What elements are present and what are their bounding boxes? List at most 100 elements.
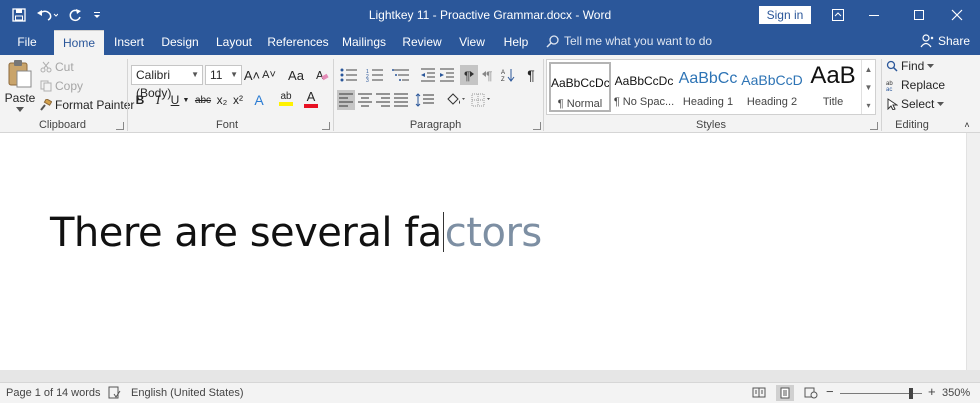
save-icon[interactable] xyxy=(12,6,26,24)
paste-button[interactable]: Paste xyxy=(4,59,36,115)
superscript-button[interactable]: x² xyxy=(231,90,245,110)
text-effects-button[interactable]: A xyxy=(252,90,266,110)
print-layout-icon[interactable] xyxy=(776,385,794,401)
paragraph-launcher-icon[interactable] xyxy=(533,122,541,130)
gallery-scroll-up-icon[interactable]: ▲ xyxy=(861,60,875,78)
rtl-direction-icon[interactable]: ¶ xyxy=(480,65,496,85)
quick-access-toolbar xyxy=(12,6,102,24)
horizontal-scroll-band xyxy=(0,370,980,382)
font-name-combo[interactable]: Calibri (Body) ▼ xyxy=(131,65,203,100)
italic-button[interactable]: I xyxy=(151,90,165,110)
clipboard-launcher-icon[interactable] xyxy=(116,122,124,130)
change-case-button[interactable]: Aa xyxy=(284,65,308,85)
redo-icon[interactable] xyxy=(68,6,82,24)
document-text-line[interactable]: There are several factors xyxy=(50,210,542,256)
style-heading-1[interactable]: AaBbCc Heading 1 xyxy=(677,62,739,112)
gallery-more-icon[interactable]: ▾ xyxy=(861,96,875,114)
svg-text:¶: ¶ xyxy=(464,69,470,82)
font-color-bar xyxy=(304,103,318,108)
bullets-icon[interactable] xyxy=(338,65,360,85)
font-group-label: Font xyxy=(215,119,238,131)
tab-layout[interactable]: Layout xyxy=(212,30,256,55)
shading-icon[interactable] xyxy=(444,90,466,110)
highlight-button[interactable]: ab xyxy=(278,88,294,108)
proofing-icon[interactable] xyxy=(108,386,121,402)
multilevel-list-icon[interactable] xyxy=(390,65,412,85)
tab-insert[interactable]: Insert xyxy=(108,30,150,55)
vertical-scrollbar[interactable] xyxy=(966,133,980,370)
paste-label: Paste xyxy=(4,91,36,105)
search-icon xyxy=(886,60,898,72)
minimize-icon[interactable] xyxy=(851,0,897,30)
language-indicator[interactable]: English (United States) xyxy=(131,387,244,399)
copy-button[interactable]: Copy xyxy=(40,79,83,93)
tab-design[interactable]: Design xyxy=(158,30,202,55)
close-icon[interactable] xyxy=(934,0,980,30)
style-heading-2[interactable]: AaBbCcD Heading 2 xyxy=(741,62,803,112)
font-size-combo[interactable]: 11 ▼ xyxy=(205,65,242,85)
pilcrow-icon[interactable]: ¶ xyxy=(523,65,539,85)
tell-me-placeholder: Tell me what you want to do xyxy=(564,34,713,48)
zoom-out-icon[interactable]: − xyxy=(826,384,834,399)
increase-indent-icon[interactable] xyxy=(439,65,455,85)
replace-button[interactable]: ab ac Replace xyxy=(886,78,945,92)
tab-file[interactable]: File xyxy=(8,30,46,55)
chevron-down-icon: ▼ xyxy=(230,70,238,79)
tab-help[interactable]: Help xyxy=(500,30,532,55)
tab-view[interactable]: View xyxy=(454,30,490,55)
gallery-scroll-down-icon[interactable]: ▼ xyxy=(861,78,875,96)
grow-font-button[interactable]: A˄ xyxy=(244,65,260,85)
ltr-direction-icon[interactable]: ¶ xyxy=(460,65,478,85)
align-left-icon[interactable] xyxy=(337,90,355,110)
chevron-down-icon[interactable]: ▼ xyxy=(182,90,190,110)
zoom-in-icon[interactable]: + xyxy=(928,384,936,399)
title-bar: Lightkey 11 - Proactive Grammar.docx - W… xyxy=(0,0,980,30)
styles-launcher-icon[interactable] xyxy=(870,122,878,130)
svg-text:Z: Z xyxy=(501,77,505,82)
shrink-font-button[interactable]: A˅ xyxy=(262,65,276,85)
align-center-icon[interactable] xyxy=(356,90,374,110)
share-button[interactable]: Share xyxy=(920,34,970,48)
customize-qat-icon[interactable] xyxy=(92,6,102,24)
paintbrush-icon xyxy=(40,99,52,111)
find-button[interactable]: Find xyxy=(886,59,935,73)
font-size-value: 11 xyxy=(210,68,223,82)
justify-icon[interactable] xyxy=(392,90,410,110)
font-launcher-icon[interactable] xyxy=(322,122,330,130)
zoom-slider-thumb[interactable] xyxy=(908,388,913,399)
bold-button[interactable]: B xyxy=(133,90,147,110)
borders-icon[interactable] xyxy=(470,90,492,110)
select-button[interactable]: Select xyxy=(886,97,945,111)
font-color-button[interactable]: A xyxy=(304,88,318,108)
decrease-indent-icon[interactable] xyxy=(420,65,436,85)
sign-in-button[interactable]: Sign in xyxy=(759,6,811,24)
style-normal[interactable]: AaBbCcDc ¶ Normal xyxy=(549,62,611,112)
tab-review[interactable]: Review xyxy=(399,30,445,55)
clear-formatting-icon[interactable]: A xyxy=(314,65,330,85)
read-mode-icon[interactable] xyxy=(752,386,766,402)
web-layout-icon[interactable] xyxy=(804,386,818,402)
format-painter-button[interactable]: Format Painter xyxy=(40,98,134,112)
word-count[interactable]: 4 words xyxy=(62,387,101,399)
tab-home[interactable]: Home xyxy=(54,30,104,55)
tab-references[interactable]: References xyxy=(266,30,330,55)
tell-me-box[interactable]: Tell me what you want to do xyxy=(546,34,712,48)
collapse-ribbon-icon[interactable]: ˄ xyxy=(960,115,974,135)
sort-icon[interactable]: AZ xyxy=(500,65,516,85)
undo-icon[interactable] xyxy=(36,6,58,24)
styles-gallery: AaBbCcDc ¶ Normal AaBbCcDc ¶ No Spac... … xyxy=(546,59,876,115)
align-right-icon[interactable] xyxy=(374,90,392,110)
numbering-icon[interactable]: 123 xyxy=(364,65,386,85)
strikethrough-button[interactable]: abc xyxy=(193,90,213,110)
zoom-level[interactable]: 350% xyxy=(942,387,970,399)
subscript-button[interactable]: x₂ xyxy=(215,90,229,110)
tab-mailings[interactable]: Mailings xyxy=(338,30,390,55)
cut-button[interactable]: Cut xyxy=(40,60,74,74)
style-no-spacing[interactable]: AaBbCcDc ¶ No Spac... xyxy=(613,62,675,112)
line-spacing-icon[interactable] xyxy=(414,90,436,110)
format-painter-label: Format Painter xyxy=(55,98,135,112)
style-sample: AaBbCcDc xyxy=(614,74,674,88)
page-count[interactable]: Page 1 of 1 xyxy=(6,387,62,399)
underline-button[interactable]: U xyxy=(168,90,182,110)
style-title[interactable]: AaB Title xyxy=(805,62,861,112)
